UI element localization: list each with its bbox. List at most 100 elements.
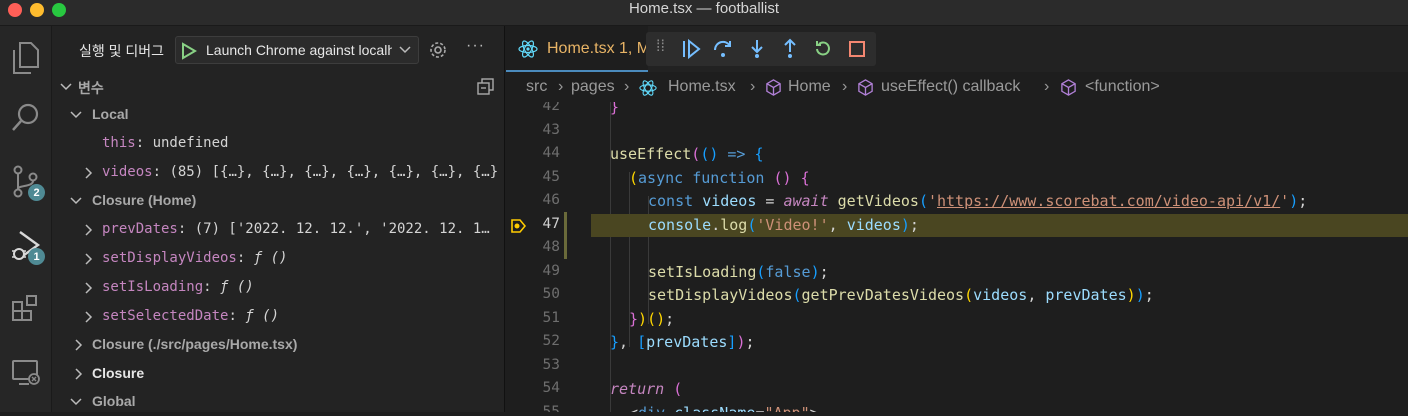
variable-this[interactable]: this: undefined (52, 130, 505, 158)
restart-icon[interactable] (812, 38, 834, 60)
breadcrumb-item[interactable]: useEffect() callback (881, 78, 1020, 96)
continue-icon[interactable] (680, 38, 702, 60)
breadcrumb-separator: › (1044, 78, 1050, 95)
source-control-icon[interactable]: 2 (6, 162, 46, 202)
scope-label: Closure (Home) (92, 192, 197, 208)
code-token: className (674, 404, 755, 413)
run-debug-icon[interactable]: 1 (6, 226, 46, 266)
run-debug-sidebar: 실행 및 디버그 Launch Chrome against localhost… (52, 26, 505, 412)
code-line: 53 (506, 355, 1408, 379)
code-token: setDisplayVideos (648, 286, 793, 304)
drag-handle-icon[interactable]: ⁞⁞ (656, 38, 665, 56)
variable-videos[interactable]: videos: (85) [{…}, {…}, {…}, {…}, {…}, {… (52, 159, 505, 187)
breadcrumb-item[interactable]: <function> (1085, 78, 1160, 96)
explorer-icon[interactable] (6, 38, 46, 78)
code-token: 'Video!' (756, 215, 829, 234)
line-number: 49 (542, 262, 560, 279)
variable-setIsLoading[interactable]: setIsLoading: ƒ () (52, 274, 505, 302)
chevron-right-icon (85, 167, 93, 179)
stop-icon[interactable] (846, 38, 868, 60)
chevron-down-icon (70, 111, 82, 119)
line-number: 54 (542, 380, 560, 396)
chevron-down-icon (60, 83, 72, 91)
chevron-right-icon (75, 368, 83, 380)
variable-name: setIsLoading (102, 279, 204, 295)
line-number: 48 (542, 239, 560, 255)
code-line: 55 <div className="App"> (506, 402, 1408, 413)
breadcrumb-separator: › (558, 78, 564, 95)
code-token: videos (846, 215, 901, 234)
variable-name: setSelectedDate (102, 308, 229, 324)
breadcrumb-item[interactable]: pages (571, 78, 615, 96)
variables-title: 변수 (78, 80, 104, 96)
code-line: 54 return ( (506, 378, 1408, 402)
code-link[interactable]: https://www.scorebat.com/video-api/v1/ (937, 192, 1280, 210)
chevron-right-icon (85, 253, 93, 265)
code-token: await (783, 192, 829, 210)
code-token: return (610, 380, 665, 398)
line-number: 53 (542, 356, 560, 373)
code-line: 51 })(); (506, 308, 1408, 332)
line-number: 45 (542, 168, 560, 185)
scope-label: Global (92, 393, 136, 409)
breadcrumb-item[interactable]: Home.tsx (668, 78, 736, 96)
code-token: videos (702, 192, 757, 210)
code-line: 46 const videos = await getVideos('https… (506, 190, 1408, 214)
code-token: console (648, 215, 712, 234)
variables-section-header[interactable]: 변수 (52, 73, 505, 101)
code-token: getVideos (837, 192, 919, 210)
variable-value: ƒ () (253, 250, 288, 266)
chevron-down-icon (70, 197, 82, 205)
breadcrumb-separator: › (750, 78, 756, 95)
cube-icon (766, 79, 781, 96)
line-number: 51 (542, 309, 560, 326)
gear-icon[interactable] (428, 40, 448, 60)
tab-bar: Home.tsx 1, M ⁞⁞ (506, 26, 1408, 72)
code-line: 42 } (506, 102, 1408, 120)
code-token: false (765, 262, 811, 281)
remote-explorer-icon[interactable] (6, 352, 46, 392)
code-area[interactable]: 42 } 43 44 useEffect(() => { 45 (async f… (506, 102, 1408, 412)
scope-label: Closure (./src/pages/Home.tsx) (92, 336, 298, 352)
search-icon[interactable] (6, 98, 46, 138)
extensions-icon[interactable] (6, 288, 46, 328)
code-token: } (610, 102, 620, 116)
step-into-icon[interactable] (746, 38, 768, 60)
tab-home-tsx[interactable]: Home.tsx 1, M (506, 26, 651, 72)
launch-config-dropdown[interactable]: Launch Chrome against localhost (175, 36, 419, 64)
code-line: 45 (async function () { (506, 167, 1408, 191)
step-over-icon[interactable] (712, 38, 734, 60)
launch-config-label: Launch Chrome against localhost (206, 42, 392, 58)
sidebar-header: 실행 및 디버그 Launch Chrome against localhost… (52, 36, 505, 64)
more-actions-icon[interactable]: ··· (466, 37, 485, 55)
variable-setSelectedDate[interactable]: setSelectedDate: ƒ () (52, 303, 505, 331)
variable-value: ƒ () (220, 279, 254, 295)
sidebar-title: 실행 및 디버그 (79, 43, 165, 59)
breadcrumb-separator: › (842, 78, 848, 95)
scope-local[interactable]: Local (52, 101, 505, 129)
variable-name: setDisplayVideos (102, 250, 237, 266)
code-line: 48 (506, 237, 1408, 261)
line-number: 43 (542, 121, 560, 138)
code-token: prevDates (646, 333, 728, 351)
cube-icon (858, 79, 873, 96)
code-token: "App" (764, 404, 809, 413)
line-number: 46 (542, 192, 560, 208)
play-icon[interactable] (181, 42, 197, 60)
scope-closure-home[interactable]: Closure (Home) (52, 187, 505, 215)
variable-setDisplayVideos[interactable]: setDisplayVideos: ƒ () (52, 245, 505, 273)
line-number: 47 (542, 215, 560, 232)
step-out-icon[interactable] (779, 38, 801, 60)
breadcrumb-item[interactable]: Home (788, 78, 831, 96)
collapse-all-icon[interactable] (477, 78, 495, 96)
variable-prevDates[interactable]: prevDates: (7) ['2022. 12. 12.', '2022. … (52, 216, 505, 244)
breadcrumb-item[interactable]: src (526, 78, 547, 96)
variable-value: (85) [{…}, {…}, {…}, {…}, {…}, {…}, {…},… (169, 164, 500, 180)
scope-closure-path[interactable]: Closure (./src/pages/Home.tsx) (52, 331, 505, 359)
code-line: 43 (506, 120, 1408, 144)
scope-closure[interactable]: Closure (52, 360, 505, 388)
line-number: 42 (542, 102, 560, 114)
tab-label: Home.tsx 1, M (547, 40, 651, 57)
code-line: 44 useEffect(() => { (506, 143, 1408, 167)
variable-value: ƒ () (245, 308, 280, 324)
